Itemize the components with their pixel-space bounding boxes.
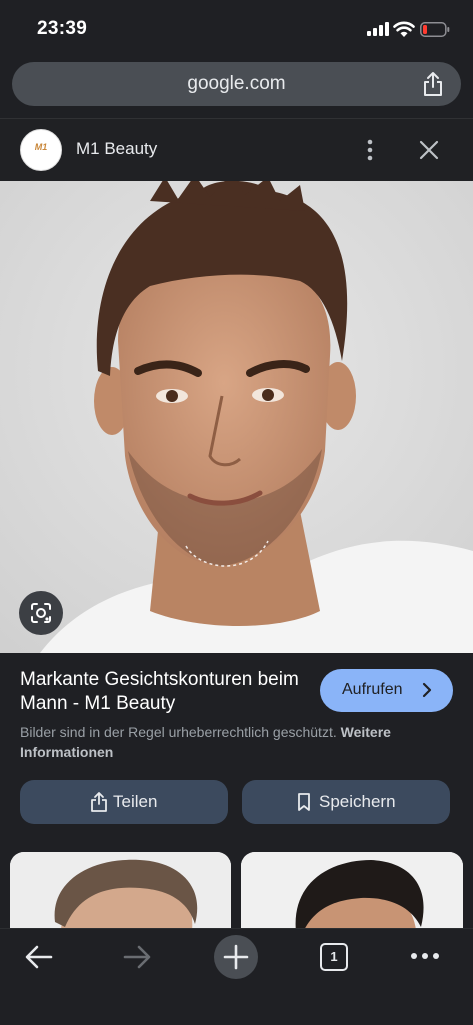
- kebab-icon[interactable]: [363, 137, 377, 163]
- new-tab-button[interactable]: [214, 935, 258, 979]
- share-button[interactable]: Teilen: [20, 780, 228, 824]
- url-bar[interactable]: google.com: [12, 62, 461, 106]
- close-icon[interactable]: [416, 137, 442, 163]
- battery-icon: [420, 22, 450, 37]
- share-icon[interactable]: [421, 71, 445, 97]
- site-logo[interactable]: M1: [20, 129, 62, 171]
- bottom-toolbar: 1: [0, 928, 473, 1025]
- more-icon[interactable]: [410, 951, 440, 961]
- site-name[interactable]: M1 Beauty: [76, 139, 157, 159]
- tab-count: 1: [330, 949, 338, 964]
- lens-icon: [31, 603, 51, 623]
- lens-button[interactable]: [19, 591, 63, 635]
- back-arrow-icon[interactable]: [24, 943, 54, 971]
- portrait-illustration: [0, 181, 473, 653]
- signal-icon: [367, 22, 389, 36]
- result-title[interactable]: Markante Gesichtskonturen beim Mann - M1…: [20, 668, 310, 716]
- copyright-notice: Bilder sind in der Regel urheberrechtlic…: [20, 722, 440, 762]
- bookmark-icon: [298, 793, 310, 811]
- url-text[interactable]: google.com: [12, 73, 461, 95]
- save-button[interactable]: Speichern: [242, 780, 450, 824]
- visit-label: Aufrufen: [342, 681, 403, 698]
- status-bar: 23:39: [0, 0, 473, 60]
- copyright-text: Bilder sind in der Regel urheberrechtlic…: [20, 724, 337, 740]
- save-label: Speichern: [319, 792, 396, 811]
- tabs-icon[interactable]: 1: [320, 943, 348, 971]
- forward-arrow-icon[interactable]: [122, 943, 152, 971]
- chevron-right-icon: [422, 682, 432, 698]
- wifi-icon: [393, 21, 415, 37]
- site-header: M1 M1 Beauty: [0, 118, 473, 181]
- share-label: Teilen: [113, 792, 158, 811]
- status-time: 23:39: [37, 18, 88, 39]
- result-image[interactable]: [0, 181, 473, 653]
- visit-button[interactable]: Aufrufen: [320, 669, 453, 712]
- logo-text: M1: [34, 142, 48, 152]
- share-icon: [91, 792, 107, 812]
- new-tab-icon: [223, 944, 249, 970]
